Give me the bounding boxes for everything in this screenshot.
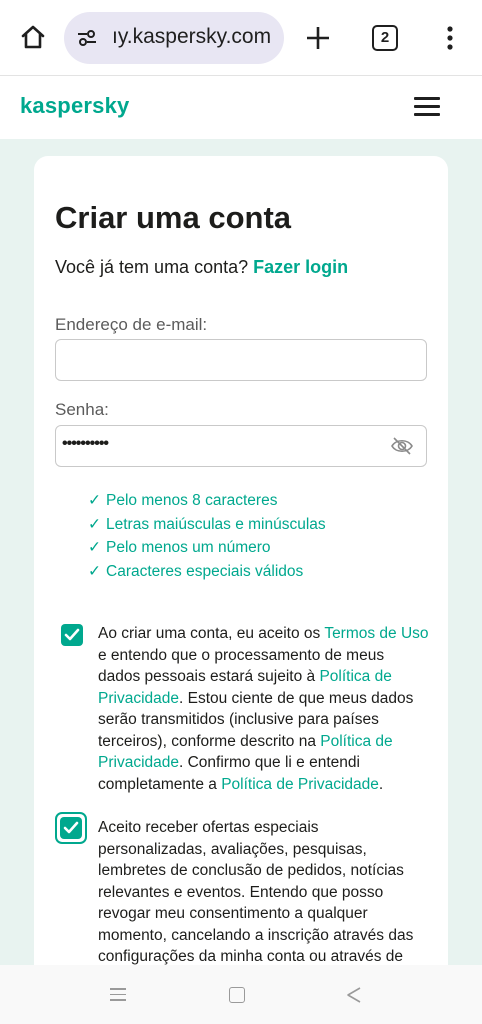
privacy-policy-link[interactable]: Política de Privacidade	[221, 776, 379, 793]
nav-home-icon[interactable]	[229, 987, 245, 1003]
plus-icon[interactable]	[304, 24, 332, 52]
checkbox-checked-icon	[63, 821, 79, 834]
requirement-item: ✓ Caracteres especiais válidos	[88, 562, 304, 580]
password-field[interactable]: ••••••••••	[55, 425, 427, 467]
tune-icon[interactable]	[76, 27, 98, 49]
tabs-icon[interactable]: 2	[372, 25, 398, 51]
password-value: ••••••••••	[62, 435, 109, 452]
login-link[interactable]: Fazer login	[253, 257, 348, 277]
requirement-item: ✓ Pelo menos 8 caracteres	[88, 492, 278, 509]
address-bar[interactable]: ıy.kaspersky.com	[64, 12, 284, 64]
email-field[interactable]	[55, 339, 427, 381]
kaspersky-logo[interactable]: kaspersky	[20, 93, 129, 119]
check-icon: ✓	[88, 562, 101, 580]
email-label: Endereço de e-mail:	[55, 315, 208, 334]
home-icon[interactable]	[18, 22, 48, 52]
page-title: Criar uma conta	[55, 200, 292, 235]
terms-consent-text: Ao criar uma conta, eu aceito os Termos …	[98, 625, 429, 793]
terms-of-use-link[interactable]: Termos de Uso	[324, 625, 428, 642]
check-icon: ✓	[88, 492, 101, 509]
checkbox-checked-icon	[64, 628, 80, 641]
browser-toolbar: ıy.kaspersky.com 2	[0, 0, 482, 76]
check-icon: ✓	[88, 539, 101, 556]
password-requirements: ✓ Pelo menos 8 caracteres ✓ Letras maiúscu…	[88, 490, 326, 584]
terms-checkbox[interactable]	[61, 624, 83, 646]
login-prompt: Você já tem uma conta? Fazer login	[55, 257, 348, 278]
eye-off-icon[interactable]	[390, 436, 414, 456]
url-text[interactable]: ıy.kaspersky.com	[112, 25, 271, 49]
requirement-item: ✓ Pelo menos um número	[88, 539, 271, 556]
requirement-item: ✓ Letras maiúsculas e minúsculas	[88, 515, 326, 533]
site-header: kaspersky	[0, 77, 482, 139]
more-vert-icon[interactable]	[440, 24, 460, 52]
have-account-text: Você já tem uma conta?	[55, 257, 249, 277]
marketing-consent-text: Aceito receber ofertas especiais persona…	[98, 819, 414, 965]
menu-icon[interactable]	[414, 97, 442, 119]
check-icon: ✓	[88, 515, 101, 533]
password-label: Senha:	[55, 400, 109, 419]
nav-back-icon[interactable]	[346, 986, 362, 1004]
marketing-checkbox[interactable]	[60, 817, 82, 839]
nav-recent-icon[interactable]	[110, 988, 126, 1002]
system-nav-bar	[0, 965, 482, 1024]
